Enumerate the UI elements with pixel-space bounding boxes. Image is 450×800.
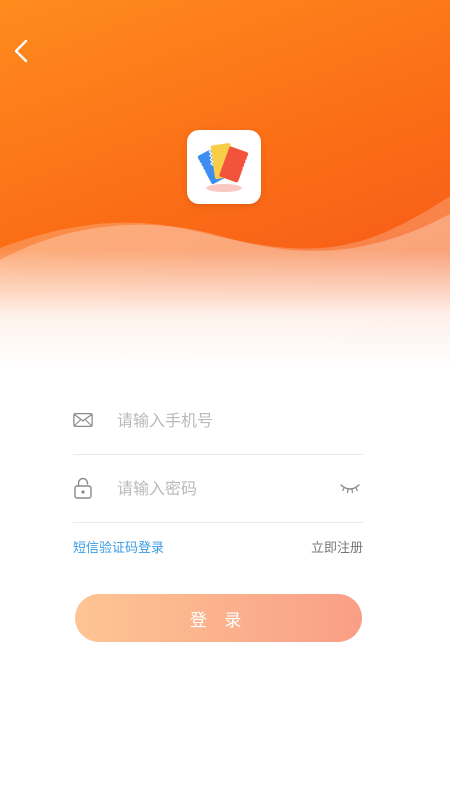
password-field-row [73,454,363,523]
mail-icon [73,386,93,454]
password-input[interactable] [117,454,337,522]
phone-field-row [73,386,363,455]
tickets-logo-icon [197,143,250,192]
chevron-left-icon [14,39,28,63]
password-visibility-toggle[interactable] [339,454,361,522]
register-link[interactable]: 立即注册 [311,537,363,556]
eye-closed-icon [340,484,360,494]
app-logo [187,130,261,204]
header-banner [0,0,450,370]
back-button[interactable] [6,32,36,70]
phone-input[interactable] [117,386,337,454]
login-button[interactable]: 登 录 [75,594,362,642]
unlock-icon [73,454,93,522]
sms-code-login-link[interactable]: 短信验证码登录 [73,537,164,556]
